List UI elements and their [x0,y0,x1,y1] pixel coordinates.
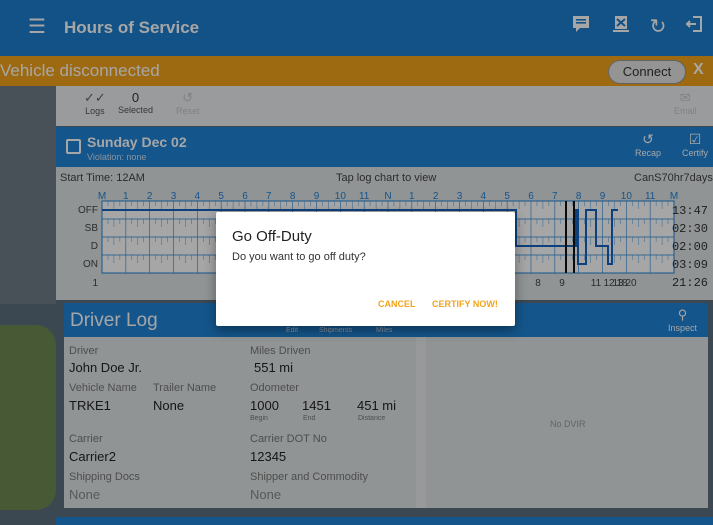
certify-now-button[interactable]: CERTIFY NOW! [432,299,498,309]
go-off-duty-dialog: Go Off-Duty Do you want to go off duty? … [216,212,515,326]
cancel-button[interactable]: CANCEL [378,299,416,309]
dialog-title: Go Off-Duty [232,228,312,245]
dialog-message: Do you want to go off duty? [232,251,366,263]
